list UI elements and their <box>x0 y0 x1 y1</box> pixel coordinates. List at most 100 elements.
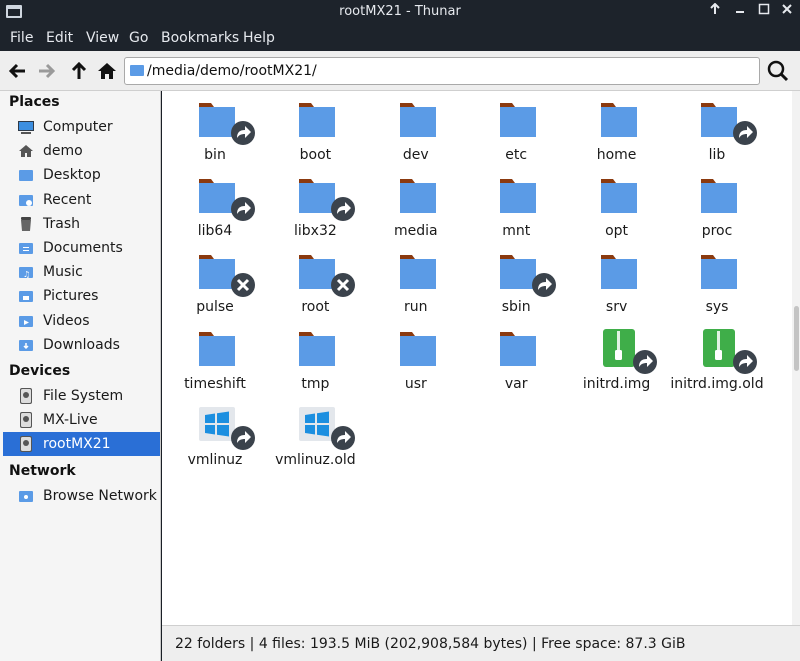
sidebar-item-demo[interactable]: demo <box>3 139 160 163</box>
file-item-root[interactable]: root <box>265 251 365 327</box>
menu-go[interactable]: Go <box>129 30 148 46</box>
sidebar-item-label: Trash <box>43 215 80 232</box>
title-bar: rootMX21 - Thunar <box>0 0 800 24</box>
maximize-button[interactable] <box>755 3 773 21</box>
file-item-mnt[interactable]: mnt <box>466 175 566 251</box>
arrow-up-icon <box>710 2 720 14</box>
folder-icon <box>398 175 456 221</box>
file-item-run[interactable]: run <box>366 251 466 327</box>
sidebar-item-mx-live[interactable]: MX-Live <box>3 408 160 432</box>
sidebar-item-trash[interactable]: Trash <box>3 212 160 236</box>
file-item-tmp[interactable]: tmp <box>265 328 365 404</box>
section-devices: Devices <box>9 363 71 379</box>
section-places: Places <box>9 94 60 110</box>
file-name: vmlinuz.old <box>275 451 356 468</box>
sidebar-item-rootmx21[interactable]: rootMX21 <box>3 432 160 457</box>
arrow-left-icon <box>8 63 25 79</box>
file-item-initrd-img-old[interactable]: initrd.img.old <box>667 328 767 404</box>
menu-bar: File Edit View Go Bookmarks Help <box>0 24 800 51</box>
vertical-scrollbar[interactable] <box>792 91 800 625</box>
file-item-proc[interactable]: proc <box>667 175 767 251</box>
file-item-usr[interactable]: usr <box>366 328 466 404</box>
menu-file[interactable]: File <box>10 30 33 46</box>
arrow-right-icon <box>39 63 56 79</box>
folder-icon <box>498 175 556 221</box>
sidebar-item-pictures[interactable]: Pictures <box>3 284 160 308</box>
search-button[interactable] <box>766 59 790 83</box>
file-name: lib <box>708 147 726 163</box>
drive-icon <box>18 436 34 453</box>
windows-logo-icon <box>197 404 255 450</box>
file-item-dev[interactable]: dev <box>366 99 466 175</box>
icon-view[interactable]: bin boot dev etc home lib lib64 libx32 media mnt o… <box>162 91 792 625</box>
sidebar-item-label: Music <box>43 264 83 281</box>
file-name: sys <box>705 299 729 316</box>
sidebar-item-downloads[interactable]: Downloads <box>3 333 160 357</box>
location-entry[interactable]: /media/demo/rootMX21/ <box>124 57 760 85</box>
sidebar-item-label: Browse Network <box>43 488 157 504</box>
sidebar-item-browse-network[interactable]: Browse Network <box>3 484 160 508</box>
drive-icon <box>18 412 34 429</box>
downloads-icon <box>18 337 34 353</box>
folder-icon <box>599 251 657 297</box>
file-item-pulse[interactable]: pulse <box>165 251 265 327</box>
sidebar-item-desktop[interactable]: Desktop <box>3 163 160 187</box>
menu-help[interactable]: Help <box>243 30 275 46</box>
minimize-button[interactable] <box>731 3 749 21</box>
menu-view[interactable]: View <box>86 30 119 46</box>
folder-icon <box>398 251 456 297</box>
sidebar-item-videos[interactable]: Videos <box>3 309 160 333</box>
file-item-vmlinuz[interactable]: vmlinuz <box>165 404 265 480</box>
file-item-opt[interactable]: opt <box>567 175 667 251</box>
sidebar-item-computer[interactable]: Computer <box>3 115 160 139</box>
menu-bookmarks[interactable]: Bookmarks <box>161 30 239 46</box>
window-title: rootMX21 - Thunar <box>339 4 461 19</box>
file-item-vmlinuz-old[interactable]: vmlinuz.old <box>265 404 365 480</box>
sidebar-item-file-system[interactable]: File System <box>3 384 160 408</box>
file-item-boot[interactable]: boot <box>265 99 365 175</box>
keep-above-button[interactable] <box>706 2 724 21</box>
pictures-icon <box>18 288 34 304</box>
sidebar-item-music[interactable]: ♫ Music <box>3 260 160 284</box>
status-bar: 22 folders | 4 files: 193.5 MiB (202,908… <box>162 625 800 661</box>
scrollbar-thumb[interactable] <box>794 306 799 371</box>
file-item-lib64[interactable]: lib64 <box>165 175 265 251</box>
back-button[interactable] <box>7 60 31 82</box>
file-name: proc <box>701 223 733 240</box>
home-icon <box>98 63 116 79</box>
menu-edit[interactable]: Edit <box>46 30 73 46</box>
sidebar-item-label: Desktop <box>43 167 101 184</box>
file-item-lib[interactable]: lib <box>667 99 767 175</box>
sidebar-item-recent[interactable]: Recent <box>3 188 160 212</box>
close-button[interactable] <box>778 3 796 21</box>
home-button[interactable] <box>96 60 120 82</box>
arrow-up-icon <box>71 61 87 79</box>
sidebar-item-label: rootMX21 <box>43 436 111 453</box>
sidebar-item-label: MX-Live <box>43 412 98 429</box>
sidebar-item-documents[interactable]: Documents <box>3 236 160 260</box>
file-item-etc[interactable]: etc <box>466 99 566 175</box>
folder-icon <box>498 99 556 145</box>
file-item-media[interactable]: media <box>366 175 466 251</box>
folder-icon <box>297 99 355 145</box>
documents-icon <box>18 240 34 256</box>
file-item-sbin[interactable]: sbin <box>466 251 566 327</box>
file-item-sys[interactable]: sys <box>667 251 767 327</box>
windows-logo-icon <box>297 404 356 450</box>
folder-icon <box>197 175 255 222</box>
file-item-home[interactable]: home <box>567 99 667 175</box>
file-item-timeshift[interactable]: timeshift <box>165 328 265 404</box>
forward-button[interactable] <box>35 60 59 82</box>
file-name: initrd.img.old <box>670 375 764 392</box>
parent-folder-button[interactable] <box>68 60 92 82</box>
file-item-libx32[interactable]: libx32 <box>265 175 365 251</box>
file-item-var[interactable]: var <box>466 328 566 404</box>
folder-icon <box>130 65 144 76</box>
file-item-srv[interactable]: srv <box>567 251 667 327</box>
folder-icon <box>599 175 657 221</box>
file-item-bin[interactable]: bin <box>165 99 265 175</box>
computer-icon <box>18 119 34 135</box>
file-item-initrd-img[interactable]: initrd.img <box>567 328 667 404</box>
folder-icon <box>197 99 255 145</box>
trash-icon <box>18 216 34 232</box>
